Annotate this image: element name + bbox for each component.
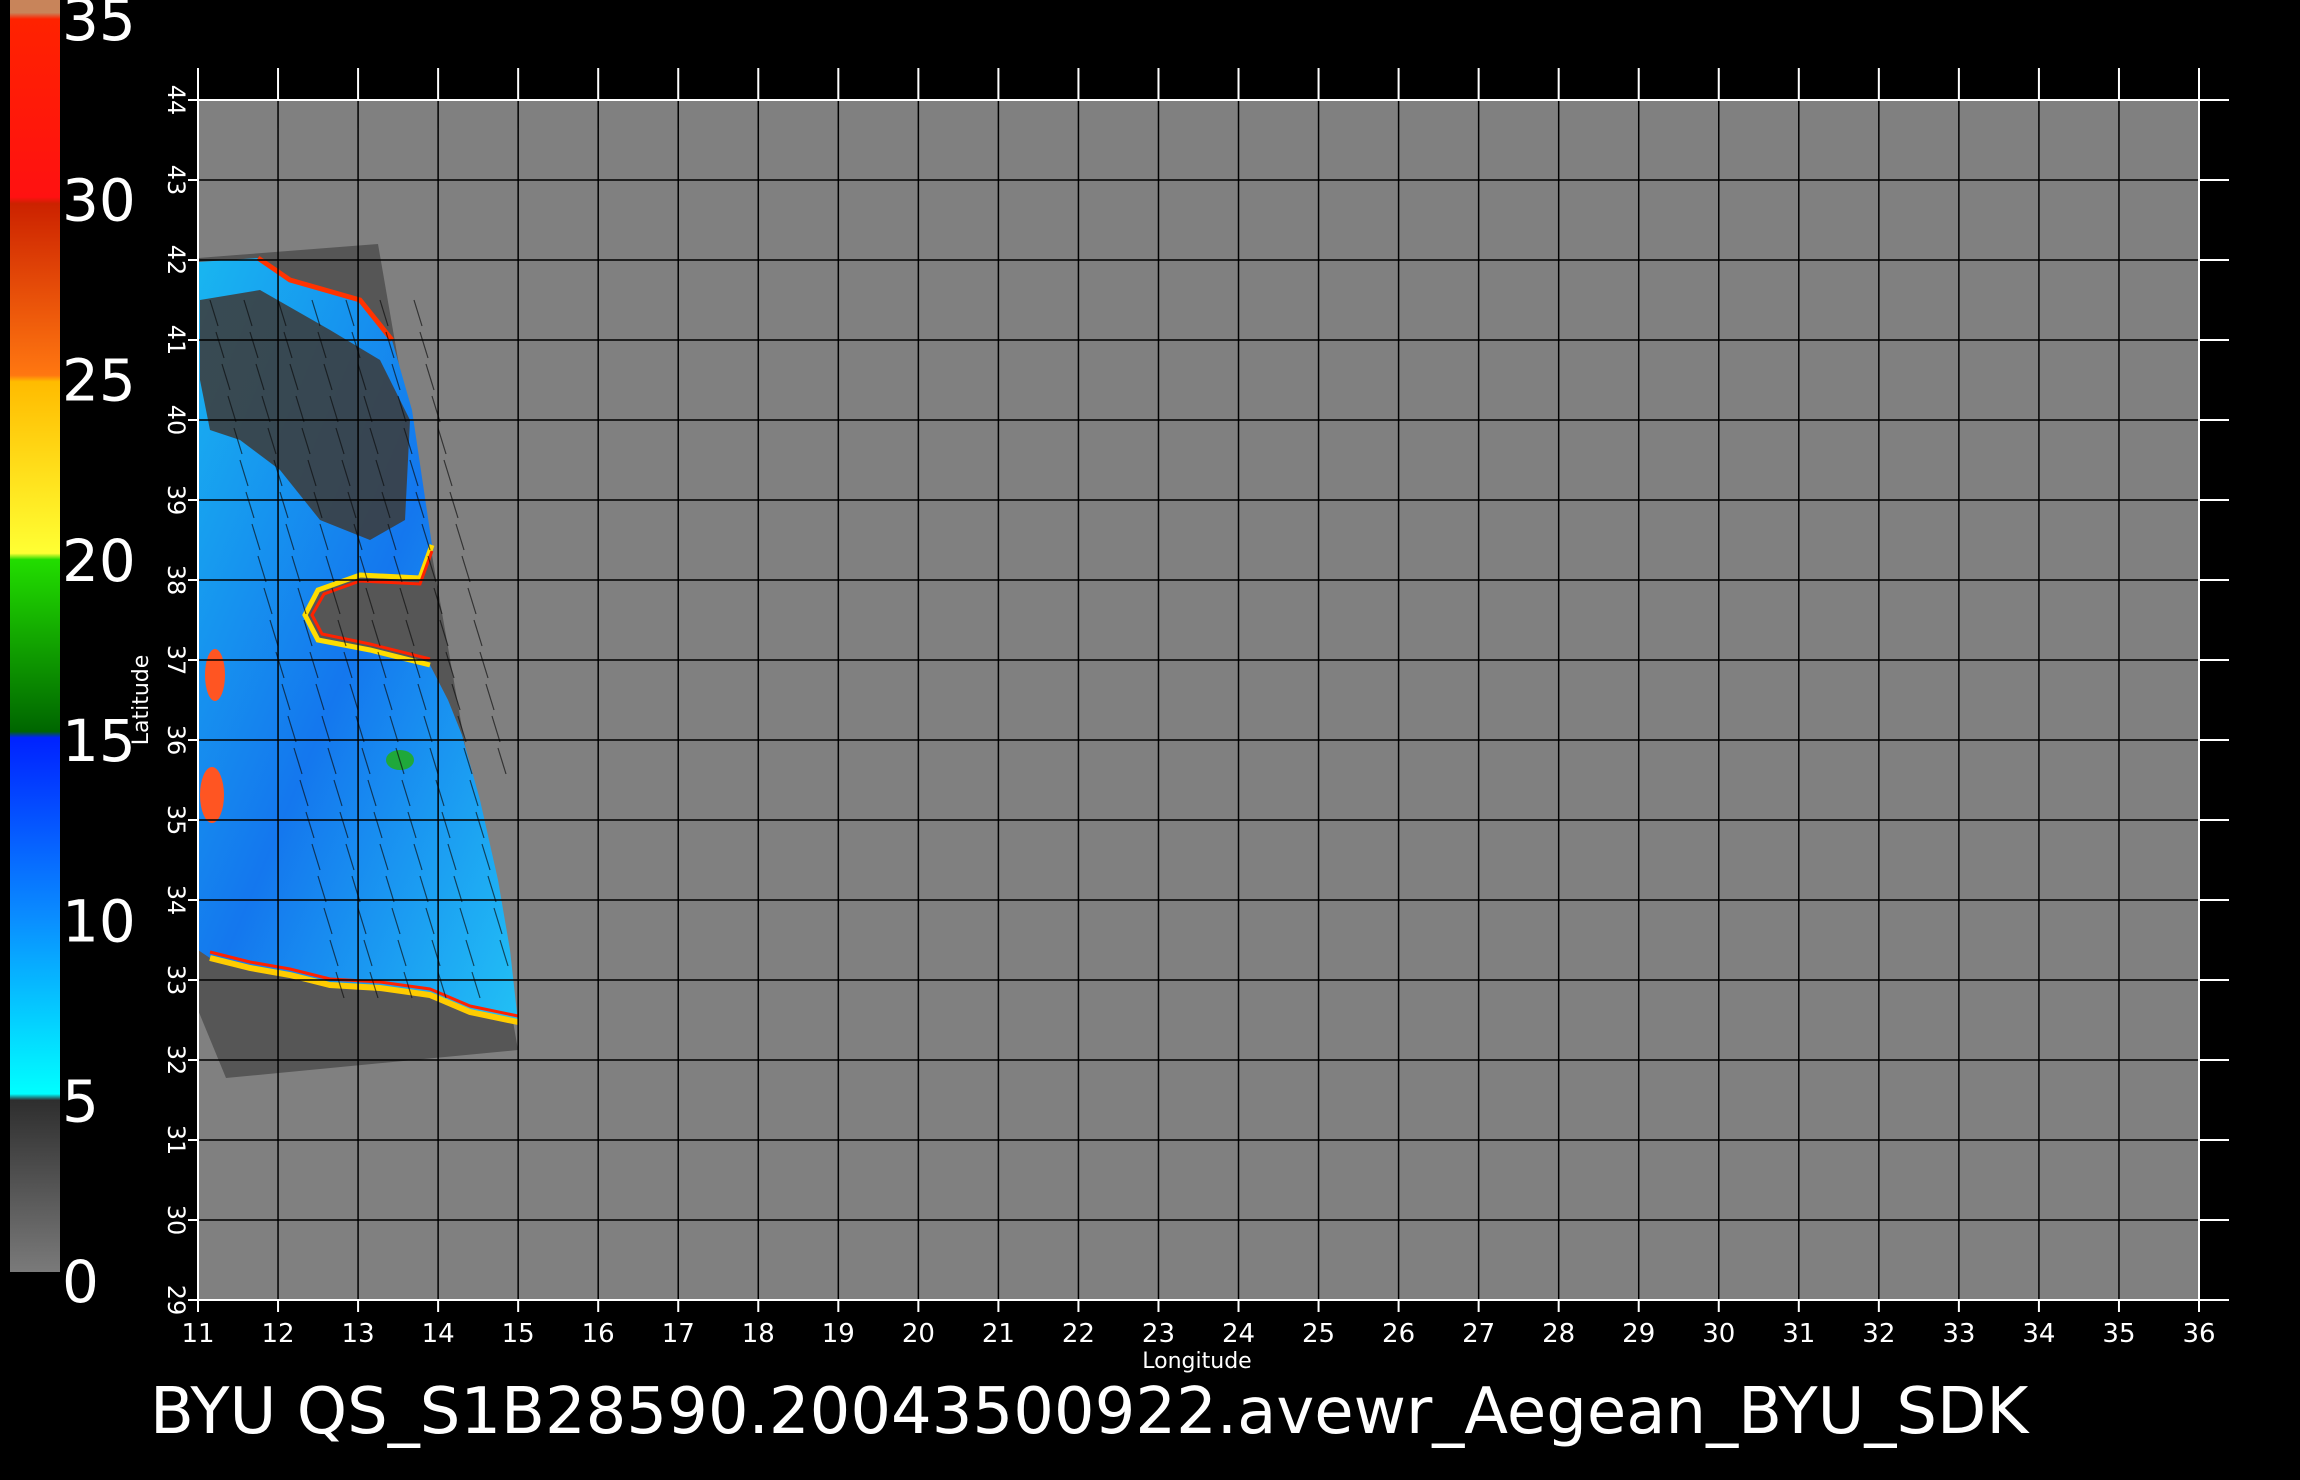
lat-tick-label: 40 bbox=[162, 405, 190, 436]
colorbar-label: 0 bbox=[62, 1248, 99, 1316]
lat-tick-label: 38 bbox=[162, 565, 190, 596]
lon-tick-label: 12 bbox=[261, 1319, 294, 1349]
lat-tick-label: 42 bbox=[162, 245, 190, 276]
caption: BYU QS_S1B28590.20043500922.avewr_Aegean… bbox=[150, 1375, 2030, 1449]
lon-tick-label: 28 bbox=[1542, 1319, 1575, 1349]
lat-tick-label: 44 bbox=[162, 85, 190, 116]
lon-tick-label: 18 bbox=[742, 1319, 775, 1349]
lon-tick-label: 35 bbox=[2102, 1319, 2135, 1349]
map-plot: 11 12 13 14 15 16 17 18 19 20 21 22 23 24 25 26 27 28 29 30… bbox=[129, 68, 2229, 1374]
lon-tick-label: 24 bbox=[1222, 1319, 1255, 1349]
lon-tick-label: 29 bbox=[1622, 1319, 1655, 1349]
lon-tick-label: 14 bbox=[422, 1319, 455, 1349]
colorbar-label: 10 bbox=[62, 887, 136, 955]
lat-tick-label: 35 bbox=[162, 805, 190, 836]
lat-tick-label: 36 bbox=[162, 725, 190, 756]
lat-tick-label: 37 bbox=[162, 645, 190, 676]
lat-tick-label: 32 bbox=[162, 1045, 190, 1076]
lat-tick-label: 30 bbox=[162, 1205, 190, 1236]
lon-tick-label: 26 bbox=[1382, 1319, 1415, 1349]
lat-tick-label: 43 bbox=[162, 165, 190, 196]
lat-tick-label: 31 bbox=[162, 1125, 190, 1156]
colorbar-label: 25 bbox=[62, 347, 136, 415]
latitude-tick-labels: 29 30 31 32 33 34 35 36 37 38 39 40 41 42 43 44 bbox=[162, 85, 190, 1316]
lon-tick-label: 20 bbox=[902, 1319, 935, 1349]
lon-tick-label: 13 bbox=[342, 1319, 375, 1349]
map-background bbox=[198, 100, 2199, 1300]
lon-tick-label: 32 bbox=[1862, 1319, 1895, 1349]
lat-tick-label: 34 bbox=[162, 885, 190, 916]
lon-tick-label: 21 bbox=[982, 1319, 1015, 1349]
lon-tick-label: 15 bbox=[502, 1319, 535, 1349]
colorbar-label: 30 bbox=[62, 166, 136, 234]
lat-tick-label: 29 bbox=[162, 1285, 190, 1316]
island-patch-3 bbox=[200, 767, 224, 823]
lon-tick-label: 27 bbox=[1462, 1319, 1495, 1349]
lon-tick-label: 23 bbox=[1142, 1319, 1175, 1349]
lon-tick-label: 16 bbox=[582, 1319, 615, 1349]
lon-tick-label: 34 bbox=[2022, 1319, 2055, 1349]
lon-tick-label: 17 bbox=[662, 1319, 695, 1349]
colorbar-label: 35 bbox=[62, 0, 136, 54]
lon-tick-label: 11 bbox=[181, 1319, 214, 1349]
colorbar: 35 30 25 20 15 10 5 0 bbox=[10, 0, 136, 1316]
lon-tick-label: 22 bbox=[1062, 1319, 1095, 1349]
lon-tick-label: 25 bbox=[1302, 1319, 1335, 1349]
lon-tick-label: 31 bbox=[1782, 1319, 1815, 1349]
island-patch-2 bbox=[205, 649, 225, 701]
lon-tick-label: 33 bbox=[1942, 1319, 1975, 1349]
colorbar-labels: 35 30 25 20 15 10 5 0 bbox=[62, 0, 136, 1316]
lon-tick-label: 30 bbox=[1702, 1319, 1735, 1349]
lon-tick-label: 19 bbox=[822, 1319, 855, 1349]
colorbar-label: 15 bbox=[62, 707, 136, 775]
colorbar-label: 5 bbox=[62, 1068, 99, 1136]
colorbar-gradient bbox=[10, 0, 60, 1272]
x-axis-label: Longitude bbox=[1142, 1349, 1251, 1374]
map-figure: 35 30 25 20 15 10 5 0 11 12 13 14 15 16 … bbox=[0, 0, 2300, 1480]
lon-tick-label: 36 bbox=[2182, 1319, 2215, 1349]
lat-tick-label: 41 bbox=[162, 325, 190, 356]
colorbar-label: 20 bbox=[62, 527, 136, 595]
y-axis-label: Latitude bbox=[129, 655, 154, 746]
longitude-tick-labels: 11 12 13 14 15 16 17 18 19 20 21 22 23 24 25 26 27 28 29 30… bbox=[181, 1319, 2215, 1349]
figure-canvas: 35 30 25 20 15 10 5 0 11 12 13 14 15 16 17 18 1… bbox=[10, 0, 2229, 1449]
lat-tick-label: 33 bbox=[162, 965, 190, 996]
lat-tick-label: 39 bbox=[162, 485, 190, 516]
